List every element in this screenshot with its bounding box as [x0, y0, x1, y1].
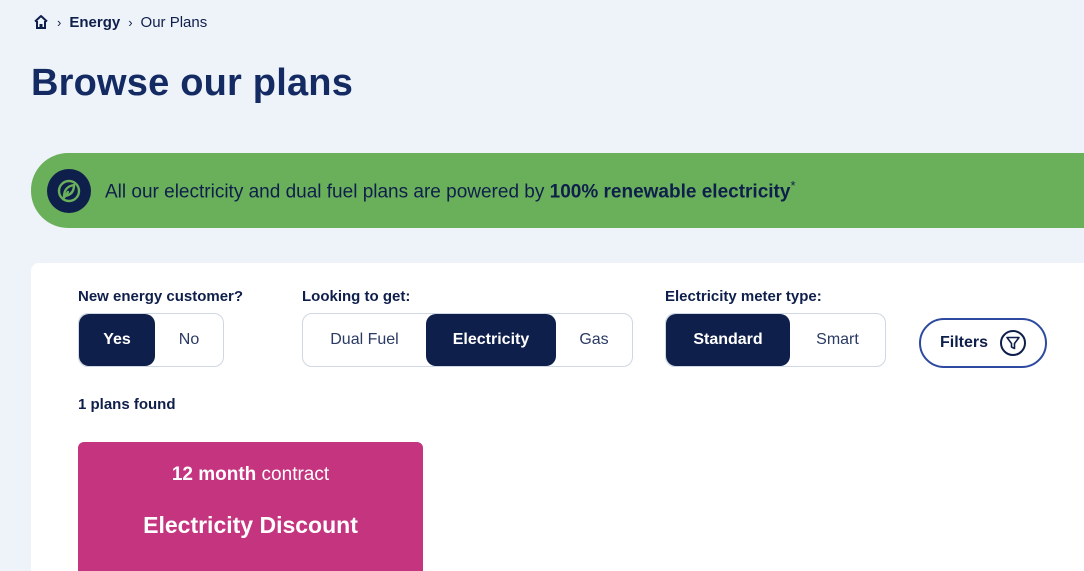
filters-button[interactable]: Filters	[919, 318, 1047, 368]
filters-button-label: Filters	[939, 334, 988, 351]
renewable-banner: All our electricity and dual fuel plans …	[31, 153, 1084, 228]
banner-text-prefix: All our electricity and dual fuel plans …	[105, 181, 550, 203]
plan-contract-suffix: contract	[256, 464, 330, 485]
gas-option[interactable]: Gas	[556, 314, 632, 366]
leaf-icon	[47, 168, 91, 213]
plans-page: › Energy › Our Plans Browse our plans Al…	[0, 0, 1084, 571]
looking-to-get-label: Looking to get:	[302, 288, 411, 305]
breadcrumb-current: Our Plans	[140, 13, 208, 31]
breadcrumb: › Energy › Our Plans	[33, 12, 207, 32]
standard-meter-option[interactable]: Standard	[666, 314, 790, 366]
banner-text: All our electricity and dual fuel plans …	[105, 178, 796, 203]
dual-fuel-option[interactable]: Dual Fuel	[303, 314, 426, 366]
plans-found-count: 1 plans found	[78, 396, 176, 413]
chevron-right-icon: ›	[128, 14, 133, 30]
new-customer-no-option[interactable]: No	[155, 314, 223, 366]
new-customer-yes-option[interactable]: Yes	[79, 314, 155, 366]
looking-to-get-toggle: Dual Fuel Electricity Gas	[302, 313, 633, 367]
home-icon[interactable]	[33, 14, 49, 30]
funnel-icon	[1000, 330, 1026, 356]
plan-finder-panel: New energy customer? Yes No Looking to g…	[31, 263, 1084, 571]
plan-name: Electricity Discount	[143, 512, 358, 538]
plan-contract-length: 12 month contract	[78, 464, 423, 486]
electricity-option[interactable]: Electricity	[426, 314, 556, 366]
meter-type-toggle: Standard Smart	[665, 313, 886, 367]
banner-footnote-mark: *	[790, 177, 796, 193]
new-customer-label: New energy customer?	[78, 288, 244, 305]
plan-contract-duration: 12 month	[171, 464, 257, 485]
page-title: Browse our plans	[31, 62, 354, 104]
new-customer-toggle: Yes No	[78, 313, 224, 367]
plan-card[interactable]: 12 month contract Electricity Discount	[78, 442, 423, 571]
meter-type-label: Electricity meter type:	[665, 288, 822, 305]
banner-text-bold: 100% renewable electricity	[549, 181, 791, 203]
smart-meter-option[interactable]: Smart	[790, 314, 885, 366]
breadcrumb-energy-link[interactable]: Energy	[69, 14, 120, 31]
chevron-right-icon: ›	[57, 14, 62, 30]
